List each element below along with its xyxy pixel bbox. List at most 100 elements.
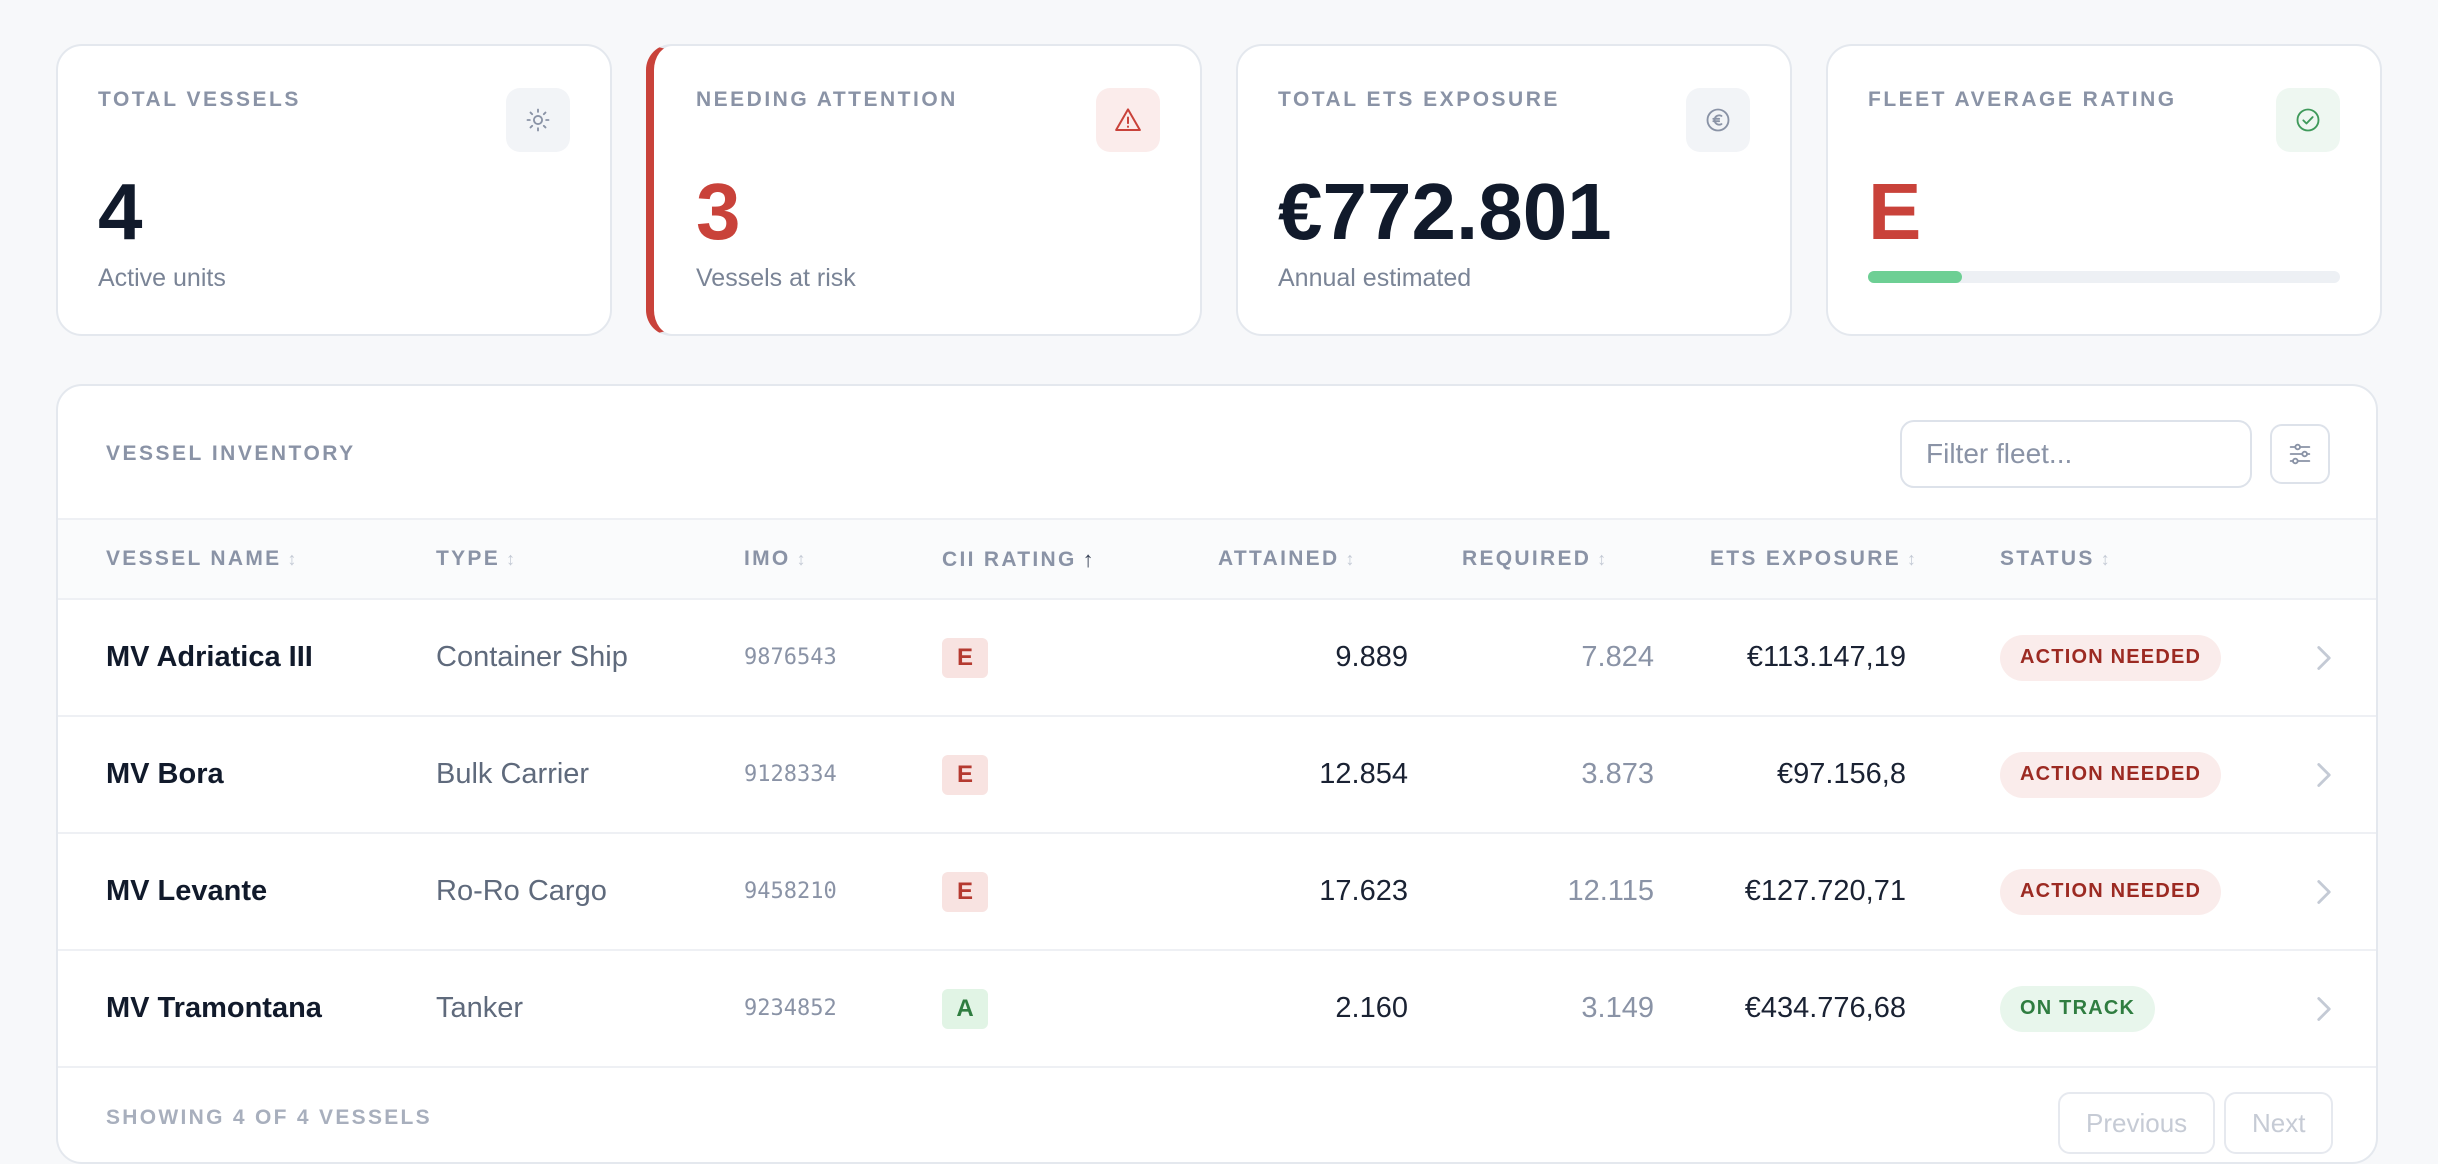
cii-rating-badge: A (942, 988, 988, 1029)
ets-exposure-value: €127.720,71 (1744, 875, 1906, 907)
vessel-type: Tanker (436, 992, 524, 1024)
sort-icon: ↕ (1345, 548, 1355, 569)
table-row[interactable]: MV Tramontana Tanker 9234852 A 2.160 3.149 €43… (58, 951, 2376, 1068)
kpi-value: E (1868, 167, 1922, 256)
kpi-label: NEEDING ATTENTION (696, 88, 958, 111)
column-header-attained[interactable]: ATTAINED ↕ (1218, 547, 1354, 571)
status-badge: ACTION NEEDED (2000, 751, 2222, 798)
vessel-name: MV Adriatica III (106, 641, 313, 673)
vessel-type: Bulk Carrier (436, 758, 590, 790)
sort-icon: ↕ (287, 548, 297, 569)
ets-exposure-value: €113.147,19 (1746, 641, 1906, 673)
row-open-button[interactable] (2314, 717, 2334, 832)
status-badge: ACTION NEEDED (2000, 868, 2222, 915)
column-header-type[interactable]: TYPE ↕ (436, 547, 515, 571)
table-row[interactable]: MV Levante Ro-Ro Cargo 9458210 E 17.623 12.11… (58, 834, 2376, 951)
column-label: ETS EXPOSURE (1710, 547, 1901, 570)
column-label: REQUIRED (1462, 547, 1592, 570)
sort-icon: ↕ (506, 548, 516, 569)
table-footer: SHOWING 4 OF 4 VESSELS Previous Next (58, 1068, 2376, 1162)
vessel-inventory-panel: VESSEL INVENTORY VESSEL NAME↕ TYPE↕ IMO↕… (56, 384, 2378, 1164)
vessel-imo: 9128334 (744, 762, 837, 787)
panel-header: VESSEL INVENTORY (58, 386, 2376, 520)
vessel-imo: 9458210 (744, 879, 837, 904)
kpi-subtitle: Annual estimated (1278, 264, 1472, 292)
kpi-label: TOTAL VESSELS (98, 88, 301, 111)
previous-page-button[interactable]: Previous (2058, 1092, 2216, 1154)
column-header-required[interactable]: REQUIRED ↕ (1462, 547, 1606, 571)
attained-value: 9.889 (1335, 641, 1408, 673)
cii-rating-cell: E (942, 834, 988, 949)
row-open-button[interactable] (2314, 834, 2334, 949)
table-header: VESSEL NAME ↕ TYPE ↕ IMO ↕ CII RATING ↑ ATTA… (58, 520, 2376, 600)
ets-exposure-value: €97.156,8 (1776, 758, 1906, 790)
kpi-card-ets-exposure: TOTAL ETS EXPOSURE €772.801 Annual estim… (1236, 44, 1792, 336)
column-label: TYPE (436, 547, 501, 570)
column-header-imo[interactable]: IMO ↕ (744, 547, 806, 571)
check-circle-icon (2276, 88, 2340, 152)
cii-rating-cell: E (942, 717, 988, 832)
column-label: CII RATING (942, 548, 1077, 571)
kpi-label: TOTAL ETS EXPOSURE (1278, 88, 1560, 111)
status-badge: ON TRACK (2000, 985, 2156, 1032)
vessel-name: MV Levante (106, 875, 268, 907)
required-value: 3.149 (1581, 992, 1654, 1024)
vessel-imo: 9234852 (744, 996, 837, 1021)
row-open-button[interactable] (2314, 600, 2334, 715)
chevron-right-icon (2317, 879, 2331, 904)
showing-count: SHOWING 4 OF 4 VESSELS (106, 1106, 432, 1129)
sort-icon: ↕ (2100, 548, 2110, 569)
column-label: VESSEL NAME (106, 547, 282, 570)
chevron-right-icon (2317, 645, 2331, 670)
kpi-card-fleet-rating: FLEET AVERAGE RATING E (1826, 44, 2382, 336)
kpi-row: TOTAL VESSELS 4 Active units NEEDING ATT… (56, 44, 2382, 336)
column-header-ets-exposure[interactable]: ETS EXPOSURE ↕ (1710, 547, 1916, 571)
chevron-right-icon (2317, 996, 2331, 1021)
sun-icon (506, 88, 570, 152)
column-header-vessel-name[interactable]: VESSEL NAME ↕ (106, 547, 296, 571)
vessel-name: MV Bora (106, 758, 224, 790)
column-label: STATUS (2000, 547, 2095, 570)
chevron-right-icon (2317, 762, 2331, 787)
row-open-button[interactable] (2314, 951, 2334, 1066)
panel-title: VESSEL INVENTORY (106, 442, 356, 465)
required-value: 12.115 (1567, 875, 1654, 907)
kpi-value: 4 (98, 167, 143, 256)
sort-icon: ↕ (1597, 548, 1607, 569)
sort-ascending-icon: ↑ (1082, 547, 1094, 572)
table-row[interactable]: MV Adriatica III Container Ship 9876543 E 9.… (58, 600, 2376, 717)
cii-rating-cell: E (942, 600, 988, 715)
kpi-label: FLEET AVERAGE RATING (1868, 88, 2177, 111)
kpi-value: €772.801 (1278, 167, 1612, 256)
next-page-button[interactable]: Next (2224, 1092, 2334, 1154)
kpi-card-total-vessels: TOTAL VESSELS 4 Active units (56, 44, 612, 336)
sort-icon: ↕ (1906, 548, 1916, 569)
column-header-cii-rating[interactable]: CII RATING ↑ (942, 547, 1094, 573)
table-row[interactable]: MV Bora Bulk Carrier 9128334 E 12.854 3.873 €9… (58, 717, 2376, 834)
filter-settings-button[interactable] (2270, 424, 2330, 484)
attained-value: 17.623 (1319, 875, 1408, 907)
sliders-icon (2289, 443, 2311, 465)
table-body: MV Adriatica III Container Ship 9876543 E 9.… (58, 600, 2376, 1068)
column-label: IMO (744, 547, 791, 570)
cii-rating-badge: E (942, 871, 988, 912)
kpi-value: 3 (696, 167, 741, 256)
cii-rating-badge: E (942, 754, 988, 795)
status-badge: ACTION NEEDED (2000, 634, 2222, 681)
required-value: 3.873 (1581, 758, 1654, 790)
vessel-imo: 9876543 (744, 645, 837, 670)
kpi-subtitle: Vessels at risk (696, 264, 856, 292)
kpi-card-needing-attention: NEEDING ATTENTION 3 Vessels at risk (646, 44, 1202, 336)
status-cell: ACTION NEEDED (2000, 717, 2222, 832)
status-cell: ACTION NEEDED (2000, 834, 2222, 949)
rating-progress-fill (1868, 271, 1963, 283)
sort-icon: ↕ (796, 548, 806, 569)
vessel-type: Ro-Ro Cargo (436, 875, 607, 907)
cii-rating-cell: A (942, 951, 988, 1066)
column-header-status[interactable]: STATUS ↕ (2000, 547, 2110, 571)
filter-fleet-input[interactable] (1900, 420, 2252, 488)
euro-icon (1686, 88, 1750, 152)
column-label: ATTAINED (1218, 547, 1340, 570)
status-cell: ACTION NEEDED (2000, 600, 2222, 715)
required-value: 7.824 (1581, 641, 1654, 673)
